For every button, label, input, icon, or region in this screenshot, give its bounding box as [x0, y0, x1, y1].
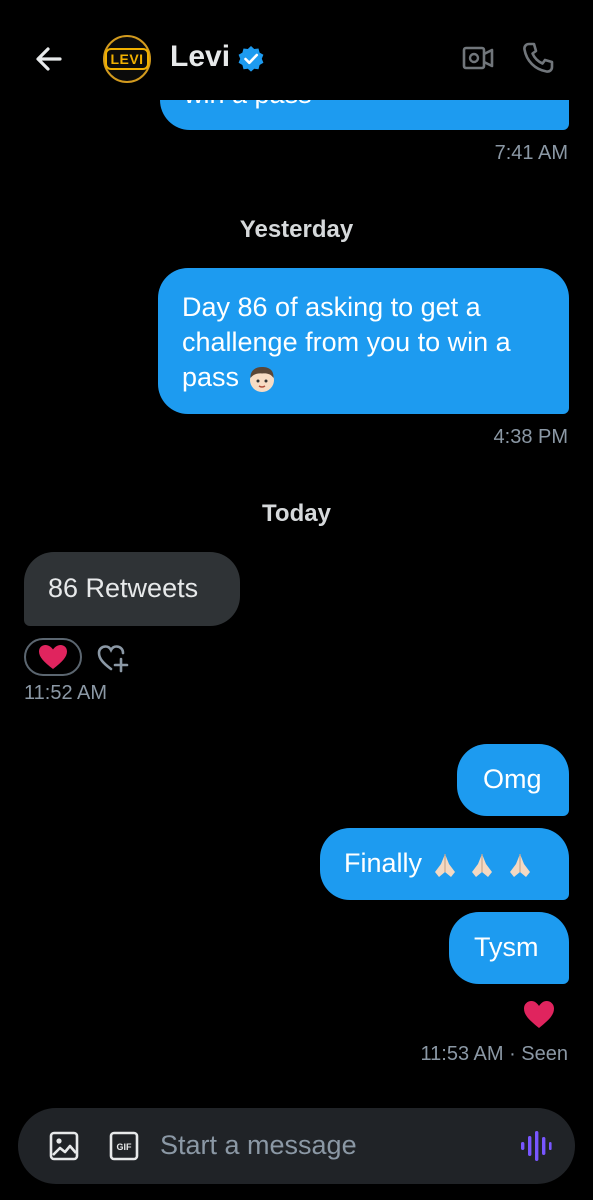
- heart-reaction-icon[interactable]: [523, 1000, 555, 1030]
- message-text: Tysm: [474, 932, 539, 962]
- message-bubble-outgoing[interactable]: Omg: [457, 744, 569, 816]
- message-line-text: pass: [182, 362, 240, 392]
- message-text: 86 Retweets: [48, 573, 199, 603]
- folded-hands-emoji-icon: [472, 853, 493, 877]
- message-timestamp: 4:38 PM: [493, 426, 568, 448]
- video-call-icon[interactable]: [460, 40, 496, 76]
- avatar-logo-text: LEVI: [105, 48, 149, 70]
- verified-badge-icon: [238, 46, 264, 72]
- day-separator: Today: [262, 500, 331, 527]
- avatar[interactable]: LEVI: [103, 35, 151, 83]
- message-line: pass: [182, 360, 545, 395]
- voice-message-icon[interactable]: [518, 1128, 552, 1164]
- day-separator: Yesterday: [239, 216, 354, 243]
- message-line: challenge from you to win a: [182, 327, 511, 357]
- message-bubble-outgoing[interactable]: Finally: [320, 828, 569, 900]
- gif-icon[interactable]: GIF: [108, 1130, 140, 1162]
- phone-call-icon[interactable]: [520, 40, 556, 76]
- back-arrow-icon[interactable]: [30, 40, 68, 78]
- message-timestamp: 7:41 AM: [494, 142, 568, 164]
- reaction-pill[interactable]: [24, 638, 82, 676]
- message-composer[interactable]: GIF Start a message: [18, 1108, 575, 1184]
- folded-hands-emoji-icon: [434, 853, 455, 877]
- image-icon[interactable]: [48, 1130, 80, 1162]
- message-line: Day 86 of asking to get a: [182, 292, 481, 322]
- message-bubble-incoming[interactable]: 86 Retweets: [24, 552, 240, 626]
- add-reaction-icon[interactable]: [96, 642, 130, 674]
- message-bubble-outgoing[interactable]: Day 86 of asking to get a challenge from…: [158, 268, 569, 414]
- folded-hands-emoji-icon: [509, 853, 530, 877]
- conversation-header: LEVI Levi: [0, 0, 593, 100]
- message-status: 11:53 AM · Seen: [420, 1043, 569, 1065]
- message-input[interactable]: Start a message: [160, 1130, 357, 1161]
- message-timestamp: 11:52 AM: [24, 682, 108, 704]
- message-bubble-outgoing[interactable]: Tysm: [449, 912, 569, 984]
- svg-text:GIF: GIF: [117, 1142, 133, 1152]
- message-text: Omg: [483, 764, 542, 794]
- message-text: Finally: [344, 848, 423, 878]
- contact-name[interactable]: Levi: [170, 40, 230, 74]
- boy-emoji-icon: [249, 366, 274, 392]
- heart-icon: [39, 645, 67, 669]
